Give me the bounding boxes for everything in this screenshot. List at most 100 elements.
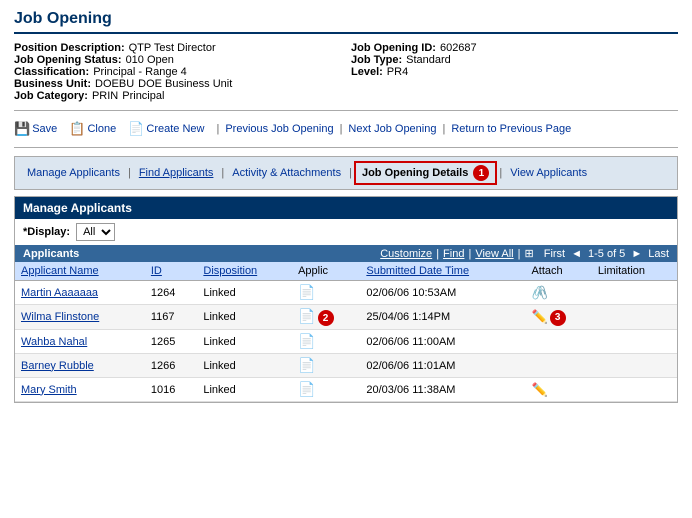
- level-label: Level:: [351, 66, 383, 78]
- document-icon[interactable]: 📄: [298, 308, 315, 324]
- find-link[interactable]: Find: [443, 248, 464, 260]
- tab-job-opening-details[interactable]: Job Opening Details 1: [354, 161, 497, 185]
- job-type-row: Job Type: Standard: [351, 54, 678, 66]
- customize-link[interactable]: Customize: [380, 248, 432, 260]
- save-button[interactable]: 💾 Save: [14, 121, 57, 137]
- sep-5: |: [442, 123, 445, 135]
- applicant-name-link[interactable]: Barney Rubble: [21, 360, 94, 372]
- cell-limitation: [592, 305, 677, 330]
- applicants-table-header: Applicants Customize | Find | View All |…: [15, 245, 677, 262]
- cell-disposition: Linked: [197, 305, 292, 330]
- right-details: Job Opening ID: 602687 Job Type: Standar…: [351, 42, 678, 102]
- create-new-button[interactable]: 📄 Create New: [128, 121, 204, 137]
- col-id[interactable]: ID: [145, 262, 198, 281]
- col-name[interactable]: Applicant Name: [15, 262, 145, 281]
- cell-applic: 📄: [292, 330, 360, 354]
- pencil-icon[interactable]: ✏️: [531, 309, 547, 324]
- cell-disposition: Linked: [197, 354, 292, 378]
- opening-id-label: Job Opening ID:: [351, 42, 436, 54]
- document-icon[interactable]: 📄: [298, 357, 315, 373]
- table-controls: Customize | Find | View All | ⊞ First ◄ …: [380, 247, 669, 260]
- table-row: Martin Aaaaaaa1264Linked📄02/06/06 10:53A…: [15, 281, 677, 305]
- table-row: Barney Rubble1266Linked📄02/06/06 11:01AM: [15, 354, 677, 378]
- document-icon[interactable]: 📄: [298, 284, 315, 300]
- table-row: Wahba Nahal 1265Linked 📄 02/06/06 11:00AM: [15, 330, 677, 354]
- status-label: Job Opening Status:: [14, 54, 122, 66]
- clip-icon[interactable]: 🖇️: [531, 285, 547, 300]
- job-details-grid: Position Description: QTP Test Director …: [14, 42, 678, 102]
- divider-2: [14, 147, 678, 148]
- section-header: Manage Applicants: [15, 197, 677, 219]
- applicant-name-link[interactable]: Mary Smith: [21, 384, 77, 396]
- badge-3: 3: [550, 310, 566, 326]
- cell-attach: [525, 354, 591, 378]
- view-all-link[interactable]: View All: [475, 248, 513, 260]
- document-icon[interactable]: 📄: [298, 333, 315, 349]
- display-label: *Display:: [23, 226, 70, 238]
- classification-value: Principal - Range 4: [93, 66, 187, 78]
- col-limitation: Limitation: [592, 262, 677, 281]
- prev-job-link[interactable]: Previous Job Opening: [225, 123, 333, 135]
- cell-submitted: 25/04/06 1:14PM: [360, 305, 525, 330]
- classification-label: Classification:: [14, 66, 89, 78]
- cell-disposition: Linked: [197, 378, 292, 402]
- page-container: Job Opening Position Description: QTP Te…: [0, 0, 692, 518]
- badge-2: 2: [318, 310, 334, 326]
- applicant-name-link[interactable]: Martin Aaaaaaa: [21, 287, 98, 299]
- cell-attach: [525, 330, 591, 354]
- cell-id: 1266: [145, 354, 198, 378]
- tab-find-applicants[interactable]: Find Applicants: [133, 165, 220, 181]
- cell-attach: ✏️3: [525, 305, 591, 330]
- cell-disposition: Linked: [197, 330, 292, 354]
- level-value: PR4: [387, 66, 408, 78]
- pagination-text: 1-5 of 5: [588, 248, 625, 260]
- pencil-icon[interactable]: ✏️: [531, 382, 547, 397]
- grid-icon: ⊞: [525, 247, 534, 260]
- cell-id: 1265: [145, 330, 198, 354]
- applicant-name-link[interactable]: Wilma Flinstone: [21, 311, 99, 323]
- document-icon[interactable]: 📄: [298, 381, 315, 397]
- col-submitted[interactable]: Submitted Date Time: [360, 262, 525, 281]
- classification-row: Classification: Principal - Range 4: [14, 66, 341, 78]
- return-link[interactable]: Return to Previous Page: [451, 123, 571, 135]
- applicant-name-link[interactable]: Wahba Nahal: [21, 336, 87, 348]
- cell-name: Martin Aaaaaaa: [15, 281, 145, 305]
- cell-submitted: 02/06/06 10:53AM: [360, 281, 525, 305]
- tab-view-applicants[interactable]: View Applicants: [504, 165, 593, 181]
- position-row: Position Description: QTP Test Director: [14, 42, 341, 54]
- cell-limitation: [592, 354, 677, 378]
- cell-limitation: [592, 330, 677, 354]
- table-row: Mary Smith1016Linked📄20/03/06 11:38AM✏️: [15, 378, 677, 402]
- job-category-code: PRIN: [92, 90, 118, 102]
- clone-icon: 📋: [69, 121, 85, 137]
- sep-4: |: [340, 123, 343, 135]
- cell-name: Barney Rubble: [15, 354, 145, 378]
- tab-manage-applicants[interactable]: Manage Applicants: [21, 165, 126, 181]
- business-unit-row: Business Unit: DOEBU DOE Business Unit: [14, 78, 341, 90]
- applicants-label: Applicants: [23, 248, 79, 260]
- cell-name: Wilma Flinstone: [15, 305, 145, 330]
- opening-id-row: Job Opening ID: 602687: [351, 42, 678, 54]
- job-category-label: Job Category:: [14, 90, 88, 102]
- tab-activity-attachments[interactable]: Activity & Attachments: [226, 165, 347, 181]
- next-job-link[interactable]: Next Job Opening: [348, 123, 436, 135]
- job-category-row: Job Category: PRIN Principal: [14, 90, 341, 102]
- job-type-label: Job Type:: [351, 54, 402, 66]
- col-applic: Applic: [292, 262, 360, 281]
- create-new-label: Create New: [146, 123, 204, 135]
- cell-submitted: 02/06/06 11:00AM: [360, 330, 525, 354]
- display-select[interactable]: All: [76, 223, 115, 241]
- table-row: Wilma Flinstone1167Linked📄225/04/06 1:14…: [15, 305, 677, 330]
- opening-id-value: 602687: [440, 42, 477, 54]
- cell-attach: ✏️: [525, 378, 591, 402]
- clone-button[interactable]: 📋 Clone: [69, 121, 116, 137]
- divider-1: [14, 110, 678, 111]
- cell-id: 1016: [145, 378, 198, 402]
- col-disposition[interactable]: Disposition: [197, 262, 292, 281]
- save-label: Save: [32, 123, 57, 135]
- job-category-name: Principal: [122, 90, 164, 102]
- cell-limitation: [592, 281, 677, 305]
- cell-attach: 🖇️: [525, 281, 591, 305]
- position-value: QTP Test Director: [129, 42, 216, 54]
- cell-applic: 📄: [292, 354, 360, 378]
